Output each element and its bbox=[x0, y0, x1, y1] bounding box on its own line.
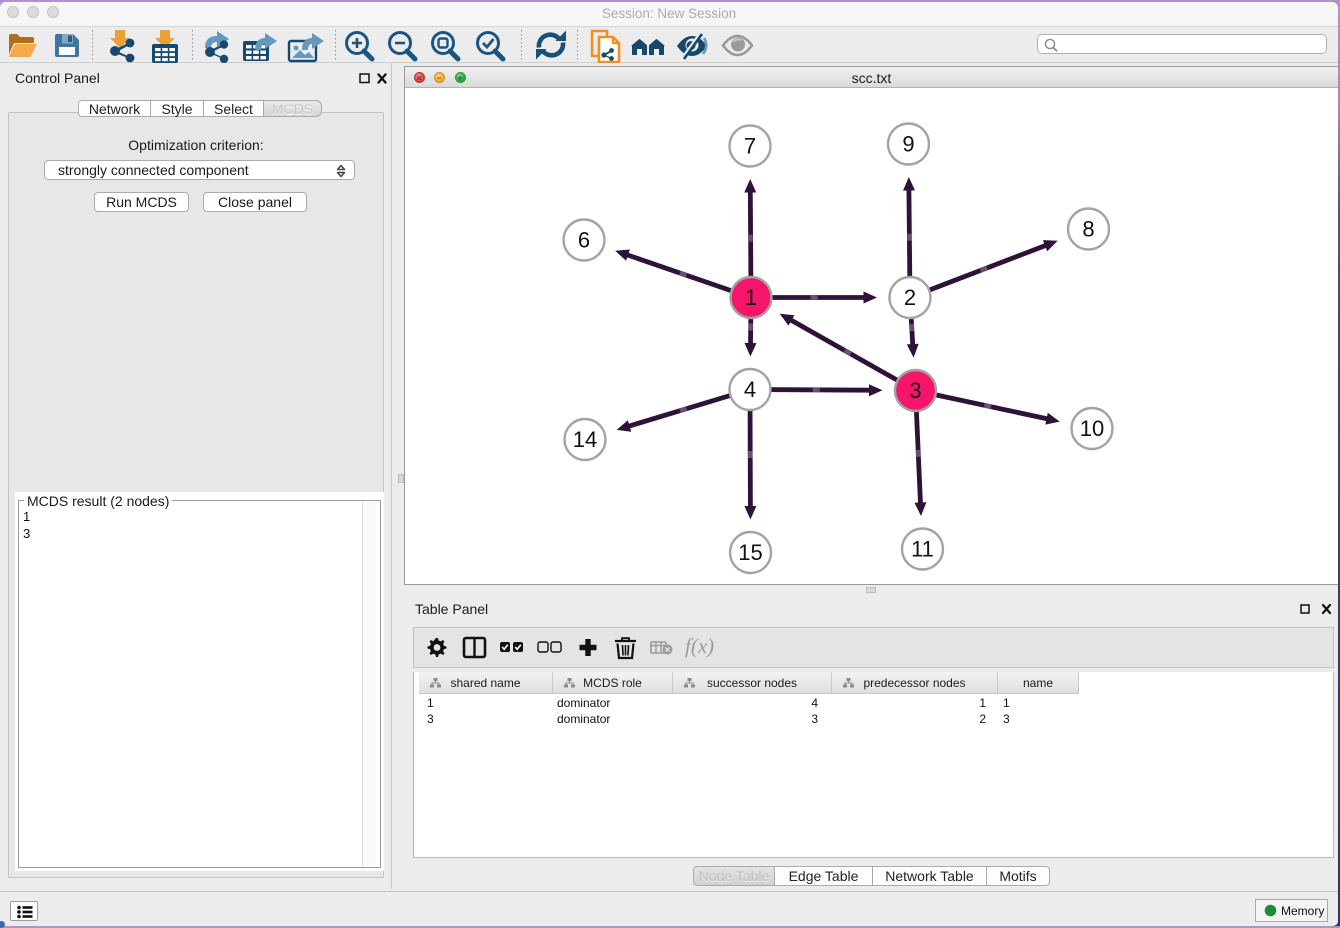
svg-text:3: 3 bbox=[909, 378, 921, 403]
svg-text:9: 9 bbox=[902, 132, 914, 157]
svg-text:7: 7 bbox=[744, 134, 756, 159]
svg-text:6: 6 bbox=[578, 228, 590, 253]
svg-text:2: 2 bbox=[904, 285, 916, 310]
svg-text:f(x): f(x) bbox=[685, 634, 714, 658]
svg-text:8: 8 bbox=[1082, 217, 1094, 242]
svg-text:14: 14 bbox=[573, 427, 597, 452]
svg-text:10: 10 bbox=[1080, 416, 1104, 441]
svg-text:15: 15 bbox=[738, 540, 762, 565]
svg-text:4: 4 bbox=[744, 377, 756, 402]
svg-text:11: 11 bbox=[911, 537, 934, 562]
svg-text:1: 1 bbox=[745, 285, 757, 310]
